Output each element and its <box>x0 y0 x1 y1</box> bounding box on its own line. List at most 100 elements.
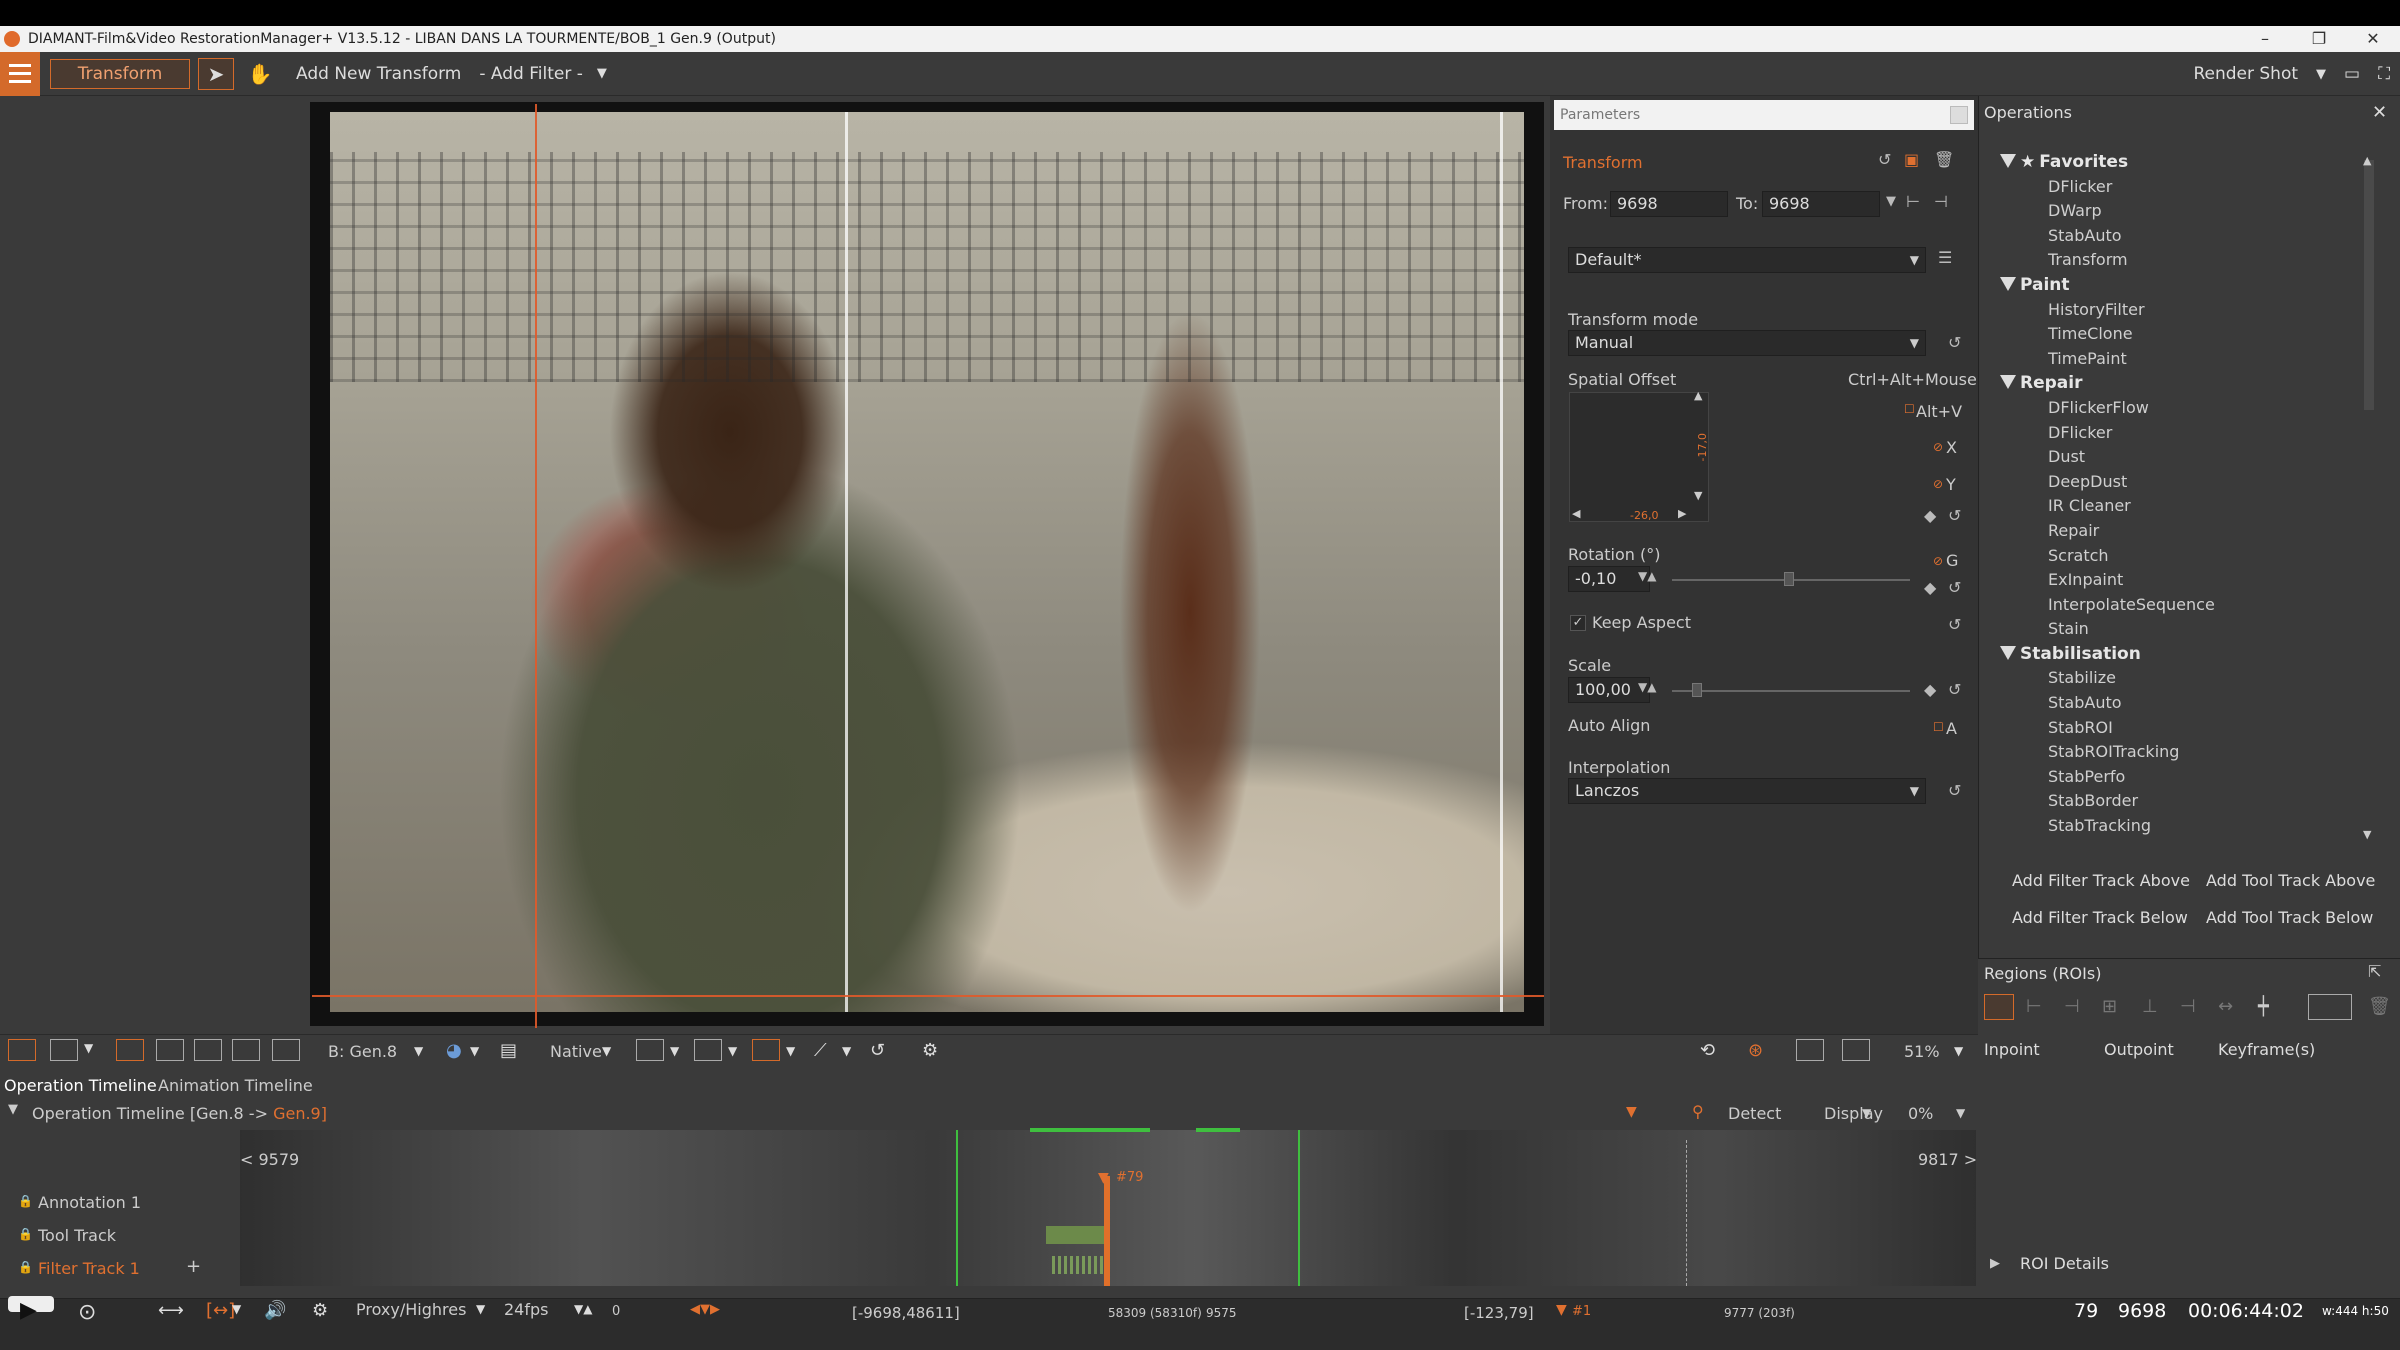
ops-category-stabilisation[interactable]: Stabilisation <box>2000 642 2360 667</box>
b-generation-dropdown[interactable]: B: Gen.8 <box>328 1042 397 1061</box>
graph-chevron-icon[interactable]: ▼ <box>842 1044 851 1058</box>
rotate-left-icon[interactable]: ⟲ <box>1700 1040 1715 1061</box>
loop-icon[interactable]: ⊙ <box>78 1300 96 1325</box>
tab-operation-timeline[interactable]: Operation Timeline <box>4 1076 157 1095</box>
keep-aspect-checkbox[interactable]: ✓ <box>1570 615 1586 631</box>
transform-mode-button[interactable]: Transform <box>50 58 190 89</box>
undo-icon[interactable]: ↺ <box>870 1040 885 1061</box>
compare-split-icon[interactable] <box>156 1039 184 1061</box>
ops-item[interactable]: DFlickerFlow <box>2000 396 2360 421</box>
timeline-selection-range[interactable] <box>956 1130 1300 1286</box>
ops-item[interactable]: Transform <box>2000 248 2360 273</box>
hand-tool-icon[interactable]: ✋ <box>242 58 278 90</box>
record-icon[interactable]: ⊛ <box>1748 1040 1763 1061</box>
reset-icon[interactable]: ↺ <box>1948 781 1961 800</box>
maximize-button[interactable]: ❐ <box>2292 26 2346 52</box>
roi-add-icon[interactable] <box>1984 994 2014 1020</box>
mask-chevron-icon[interactable]: ▼ <box>786 1044 795 1058</box>
scale-slider-knob[interactable] <box>1692 683 1702 697</box>
reset-icon[interactable]: ↺ <box>1948 680 1961 699</box>
lock-icon[interactable]: 🔒 <box>18 1227 33 1241</box>
popout-icon[interactable]: ⇱ <box>2368 962 2381 981</box>
out-marker-icon[interactable]: ▼ <box>1556 1302 1567 1318</box>
layout-icon[interactable]: ▭ <box>2344 64 2360 84</box>
resolution-dropdown[interactable]: Native <box>550 1042 602 1061</box>
auto-align-checkbox-icon[interactable]: ☐ <box>1933 720 1944 734</box>
roi-align-center-icon[interactable]: ⊞ <box>2102 996 2117 1017</box>
view-a-icon[interactable] <box>8 1039 36 1061</box>
view-chevron-icon[interactable]: ▼ <box>84 1041 93 1055</box>
menu-icon[interactable] <box>0 51 40 96</box>
close-window-button[interactable]: ✕ <box>2346 26 2400 52</box>
add-filter-track-below-button[interactable]: Add Filter Track Below <box>2012 908 2188 927</box>
video-frame[interactable] <box>310 102 1544 1026</box>
roi-delete-icon[interactable]: 🗑 <box>2368 996 2391 1017</box>
reset-icon[interactable]: ↺ <box>1948 615 1961 634</box>
zoom-1-1-icon[interactable] <box>1796 1039 1824 1061</box>
ops-item[interactable]: InterpolateSequence <box>2000 593 2360 618</box>
g-link-icon[interactable]: ⊘ <box>1933 554 1943 568</box>
expand-triangle-icon[interactable] <box>2000 645 2016 660</box>
ops-category-repair[interactable]: Repair <box>2000 371 2360 396</box>
roi-split-icon[interactable]: ┿ <box>2258 996 2269 1017</box>
keyframe-diamond-icon[interactable]: ◆ <box>1924 578 1936 597</box>
down-arrow-icon[interactable]: ▼ <box>1694 489 1702 502</box>
ops-item[interactable]: DeepDust <box>2000 470 2360 495</box>
add-tool-track-below-button[interactable]: Add Tool Track Below <box>2206 908 2373 927</box>
proxy-chevron-icon[interactable]: ▼ <box>476 1302 485 1316</box>
expand-triangle-icon[interactable] <box>2000 154 2016 168</box>
overlay-icon[interactable]: ▤ <box>500 1040 517 1061</box>
ops-item[interactable]: TimePaint <box>2000 347 2360 372</box>
transform-mode-dropdown[interactable]: Manual ▼ <box>1568 330 1926 356</box>
set-inpoint-icon[interactable]: ⊢ <box>1906 192 1920 211</box>
ops-item[interactable]: StabTracking <box>2000 814 2360 839</box>
reset-icon[interactable]: ↺ <box>1948 333 1961 352</box>
add-filter-dropdown[interactable]: - Add Filter - <box>479 64 583 84</box>
fit-range-icon[interactable]: ⟷ <box>158 1300 184 1321</box>
add-filter-track-above-button[interactable]: Add Filter Track Above <box>2012 871 2190 890</box>
render-shot-button[interactable]: Render Shot <box>2193 64 2298 84</box>
ops-item[interactable]: ExInpaint <box>2000 568 2360 593</box>
preset-dropdown[interactable]: Default* ▼ <box>1568 247 1926 273</box>
view-b-icon[interactable] <box>50 1039 78 1061</box>
add-filter-chevron-icon[interactable]: ▼ <box>597 66 607 81</box>
spatial-offset-pad[interactable]: -26,0 -17,0 ▲ ▼ ◀ ▶ <box>1569 389 1709 522</box>
fps-stepper-icon[interactable]: ▼▲ <box>574 1302 592 1316</box>
playhead[interactable] <box>1104 1176 1110 1286</box>
zoom-level[interactable]: 51% <box>1904 1042 1940 1061</box>
preset-menu-icon[interactable]: ☰ <box>1938 248 1952 267</box>
safe-area-icon[interactable] <box>636 1039 664 1061</box>
track-filter-track-1[interactable]: Filter Track 1 <box>38 1259 140 1278</box>
settings-gear-icon[interactable]: ⚙ <box>922 1040 938 1061</box>
operations-scrollbar[interactable] <box>2364 160 2374 410</box>
lock-icon[interactable]: 🔒 <box>18 1260 33 1274</box>
to-field[interactable]: 9698 <box>1762 191 1880 217</box>
keyframe-diamond-icon[interactable]: ◆ <box>1924 506 1936 525</box>
fullscreen-icon[interactable]: ⛶ <box>2378 64 2390 84</box>
percent-chevron-icon[interactable]: ▼ <box>1956 1106 1965 1120</box>
play-icon[interactable]: ▶ <box>20 1298 37 1323</box>
close-icon[interactable]: ✕ <box>2372 102 2387 123</box>
ops-item[interactable]: Stabilize <box>2000 666 2360 691</box>
range-mode-icon[interactable]: [↔] <box>206 1300 235 1321</box>
stepper-icon[interactable]: ▼▲ <box>1638 569 1656 583</box>
ops-item[interactable]: IR Cleaner <box>2000 494 2360 519</box>
range-chevron-icon[interactable]: ▼ <box>232 1302 241 1316</box>
collapse-icon[interactable]: ▼ <box>8 1102 18 1117</box>
lock-icon[interactable]: 🔒 <box>18 1194 33 1208</box>
display-chevron-icon[interactable]: ▼ <box>1862 1106 1871 1120</box>
ops-item[interactable]: HistoryFilter <box>2000 298 2360 323</box>
compare-diff-icon[interactable] <box>272 1039 300 1061</box>
from-field[interactable]: 9698 <box>1610 191 1728 217</box>
render-chevron-icon[interactable]: ▼ <box>2316 67 2326 82</box>
y-link-icon[interactable]: ⊘ <box>1933 477 1943 491</box>
up-arrow-icon[interactable]: ▲ <box>1694 389 1702 402</box>
graph-icon[interactable]: ⟋ <box>814 1040 827 1061</box>
panel-toggle-button[interactable] <box>1950 106 1968 124</box>
color-chevron-icon[interactable]: ▼ <box>470 1044 479 1058</box>
compare-a-icon[interactable] <box>116 1039 144 1061</box>
ops-item[interactable]: TimeClone <box>2000 322 2360 347</box>
stepper-icon[interactable]: ▼▲ <box>1638 680 1656 694</box>
resolution-chevron-icon[interactable]: ▼ <box>602 1044 611 1058</box>
ops-item[interactable]: StabROITracking <box>2000 740 2360 765</box>
